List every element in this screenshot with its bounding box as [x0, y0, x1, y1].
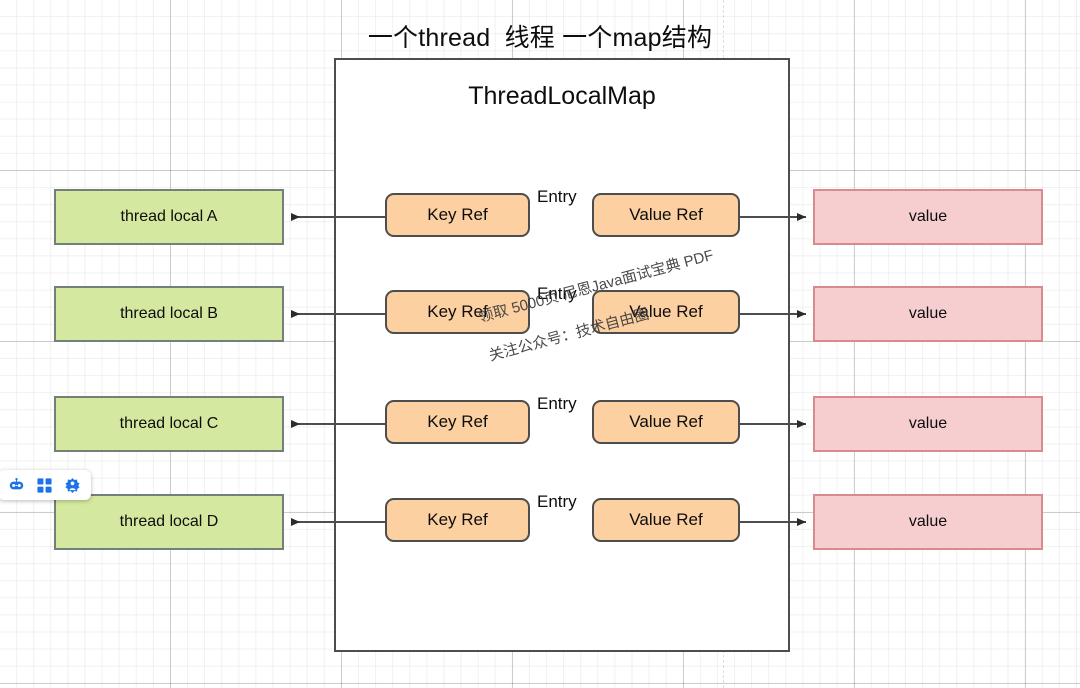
diagram-canvas: 一个thread 线程 一个map结构 ThreadLocalMap threa… — [0, 0, 1080, 688]
thread-local-box[interactable]: thread local C — [54, 396, 284, 452]
gear-person-icon[interactable] — [64, 477, 81, 494]
value-label: value — [908, 513, 948, 530]
value-ref-label: Value Ref — [629, 412, 703, 431]
key-ref-label: Key Ref — [427, 412, 488, 431]
entry-label: Entry — [537, 394, 577, 413]
thread-local-label: thread local A — [120, 208, 218, 225]
value-box[interactable]: value — [813, 396, 1043, 452]
floating-toolbar[interactable] — [0, 470, 91, 500]
key-ref-label: Key Ref — [427, 205, 488, 224]
value-ref-box[interactable]: Value Ref — [592, 498, 740, 542]
entry-row: thread local D Key Ref Entry Value Ref v… — [0, 492, 1080, 550]
grid-apps-icon[interactable] — [36, 477, 53, 494]
value-box[interactable]: value — [813, 286, 1043, 342]
value-label: value — [908, 208, 948, 225]
thread-local-label: thread local C — [119, 415, 219, 432]
robot-icon[interactable] — [8, 477, 25, 494]
entry-label: Entry — [537, 187, 577, 206]
thread-local-box[interactable]: thread local A — [54, 189, 284, 245]
value-box[interactable]: value — [813, 189, 1043, 245]
thread-local-label: thread local B — [120, 305, 218, 322]
value-ref-label: Value Ref — [629, 205, 703, 224]
key-ref-label: Key Ref — [427, 510, 488, 529]
thread-local-box[interactable]: thread local D — [54, 494, 284, 550]
value-ref-box[interactable]: Value Ref — [592, 193, 740, 237]
entry-row: thread local C Key Ref Entry Value Ref v… — [0, 394, 1080, 452]
value-ref-box[interactable]: Value Ref — [592, 400, 740, 444]
key-ref-box[interactable]: Key Ref — [385, 400, 530, 444]
key-ref-box[interactable]: Key Ref — [385, 498, 530, 542]
entry-row: thread local A Key Ref Entry Value Ref v… — [0, 187, 1080, 245]
thread-local-box[interactable]: thread local B — [54, 286, 284, 342]
value-label: value — [908, 305, 948, 322]
value-ref-label: Value Ref — [629, 510, 703, 529]
thread-local-label: thread local D — [119, 513, 219, 530]
value-label: value — [908, 415, 948, 432]
key-ref-box[interactable]: Key Ref — [385, 193, 530, 237]
entry-label: Entry — [537, 492, 577, 511]
diagram-title: 一个thread 线程 一个map结构 — [367, 24, 713, 52]
threadlocalmap-label: ThreadLocalMap — [468, 82, 656, 110]
value-box[interactable]: value — [813, 494, 1043, 550]
